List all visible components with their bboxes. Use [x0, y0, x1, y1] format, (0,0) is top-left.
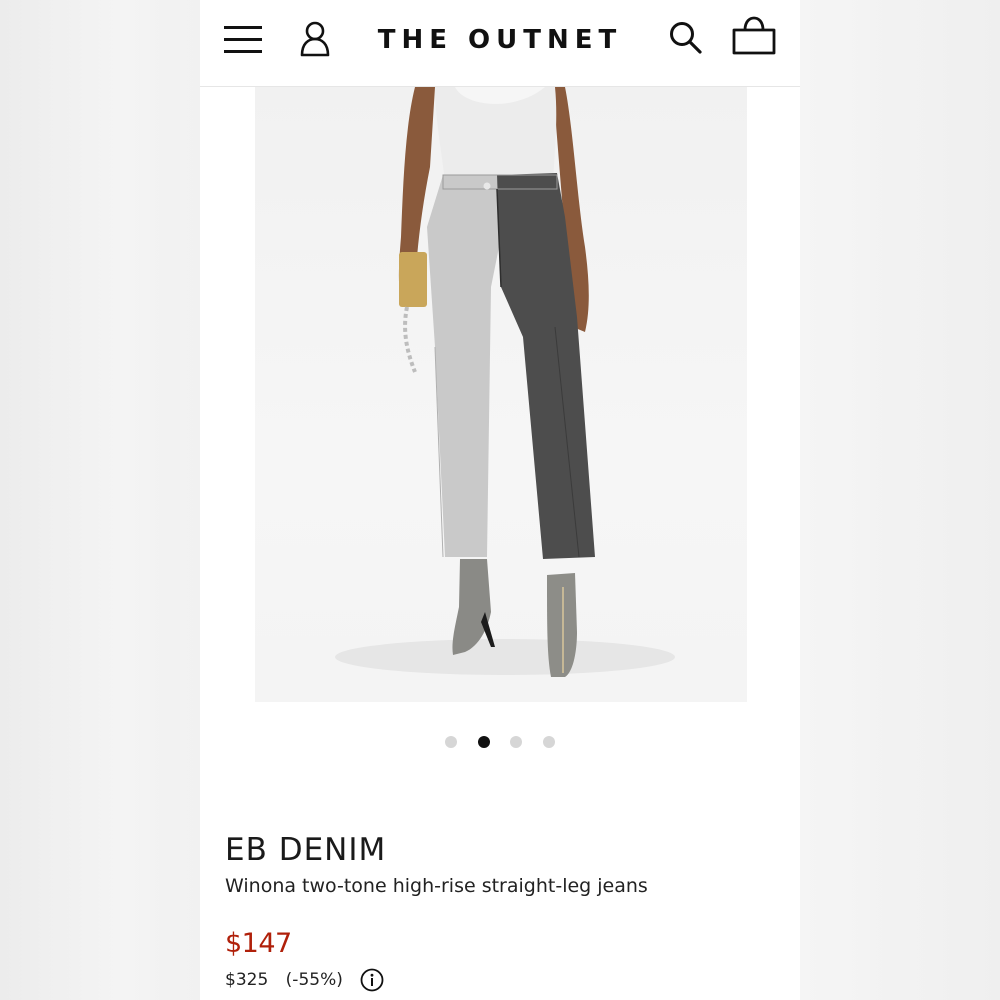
mobile-page: THE OUTNET EB DENIM Winona two-tone high…	[200, 0, 800, 1000]
menu-icon[interactable]	[224, 24, 264, 56]
carousel-dot-1[interactable]	[445, 736, 458, 748]
top-navigation-bar: THE OUTNET	[200, 0, 800, 87]
carousel-dot-4[interactable]	[542, 736, 555, 748]
original-price-row: $325 (-55%)	[225, 968, 384, 994]
image-carousel-indicators	[200, 735, 800, 749]
product-image[interactable]	[255, 87, 747, 702]
search-icon[interactable]	[668, 20, 704, 56]
product-name: Winona two-tone high-rise straight-leg j…	[225, 875, 648, 897]
product-brand[interactable]: EB DENIM	[225, 832, 386, 868]
info-icon[interactable]	[360, 968, 384, 992]
shopping-bag-icon[interactable]	[730, 16, 778, 56]
carousel-dot-2-active[interactable]	[477, 736, 490, 748]
original-price: $325	[225, 970, 269, 990]
site-logo[interactable]: THE OUTNET	[370, 22, 630, 58]
product-photo	[335, 87, 675, 677]
sale-price: $147	[225, 928, 292, 959]
account-icon[interactable]	[298, 20, 332, 58]
carousel-dot-3[interactable]	[510, 736, 523, 748]
discount-percentage: (-55%)	[285, 970, 343, 990]
